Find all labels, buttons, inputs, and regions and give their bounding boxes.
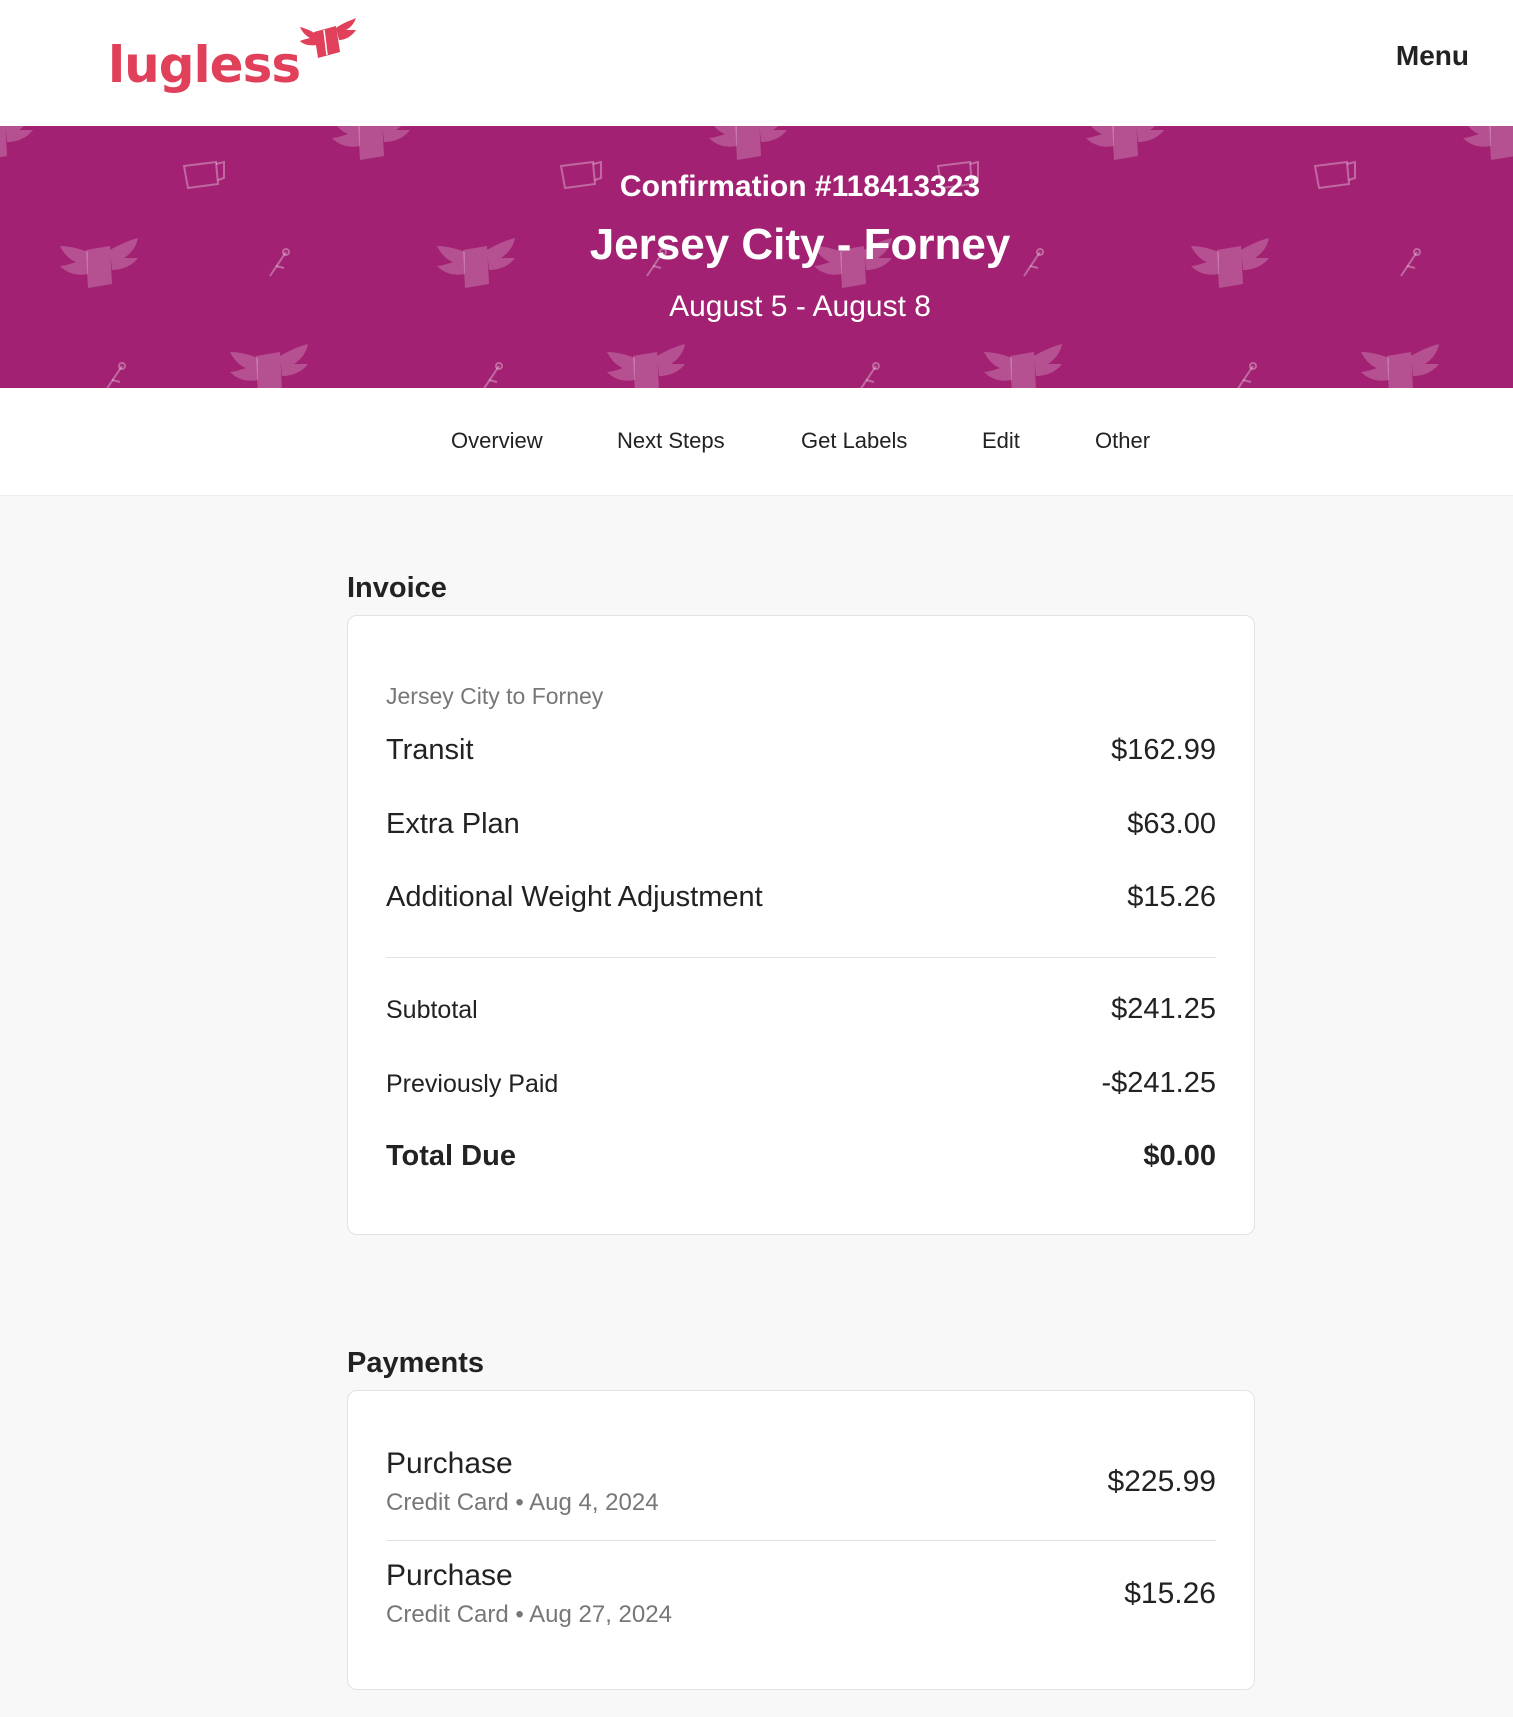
invoice-divider — [386, 957, 1216, 958]
pattern-pin-icon — [483, 362, 503, 388]
pattern-wing-icon — [1086, 126, 1164, 160]
hero-banner: Confirmation #118413323 Jersey City - Fo… — [0, 126, 1513, 388]
payments-card: Purchase Credit Card • Aug 4, 2024 $225.… — [347, 1390, 1255, 1690]
tab-overview[interactable]: Overview — [451, 428, 543, 454]
menu-button[interactable]: Menu — [1396, 40, 1469, 72]
line-item-label: Transit — [386, 734, 474, 766]
page-title: Jersey City - Forney — [589, 220, 1011, 269]
invoice-route: Jersey City to Forney — [386, 683, 604, 709]
total-due-amount: $0.00 — [1143, 1140, 1216, 1172]
payment-amount: $15.26 — [1124, 1577, 1216, 1610]
payment-row: Purchase Credit Card • Aug 4, 2024 $225.… — [386, 1447, 1216, 1537]
tab-edit[interactable]: Edit — [982, 428, 1020, 454]
confirmation-number: Confirmation #118413323 — [619, 170, 981, 203]
pattern-wing-icon — [1463, 126, 1513, 160]
tab-get-labels[interactable]: Get Labels — [801, 428, 907, 454]
payment-title: Purchase — [386, 1559, 513, 1592]
line-item-label: Extra Plan — [386, 808, 520, 840]
total-due-label: Total Due — [386, 1140, 516, 1172]
pattern-wing-icon — [230, 344, 308, 388]
invoice-card: Jersey City to Forney Transit $162.99 Ex… — [347, 615, 1255, 1235]
tab-other[interactable]: Other — [1095, 428, 1150, 454]
pattern-wing-icon — [709, 126, 787, 160]
winged-luggage-icon — [300, 18, 357, 58]
payments-divider — [386, 1540, 1216, 1541]
payment-row: Purchase Credit Card • Aug 27, 2024 $15.… — [386, 1559, 1216, 1649]
payment-meta: Credit Card • Aug 27, 2024 — [386, 1601, 672, 1628]
tab-bar: Overview Next Steps Get Labels Edit Othe… — [0, 388, 1513, 496]
pattern-wing-icon — [607, 344, 685, 388]
payments-heading: Payments — [347, 1347, 485, 1379]
pattern-pin-icon — [106, 362, 126, 388]
top-bar: lugless Menu — [0, 0, 1513, 126]
trip-dates: August 5 - August 8 — [669, 290, 931, 323]
pattern-pin-icon — [1237, 362, 1257, 388]
previously-paid-label: Previously Paid — [386, 1070, 559, 1098]
line-item-amount: $63.00 — [1127, 808, 1216, 840]
invoice-heading: Invoice — [347, 572, 447, 604]
pattern-pin-icon — [860, 362, 880, 388]
payment-title: Purchase — [386, 1447, 513, 1480]
line-item-row: Transit $162.99 — [386, 734, 1216, 767]
line-item-row: Additional Weight Adjustment $15.26 — [386, 881, 1216, 914]
pattern-wing-icon — [0, 126, 33, 158]
tab-next-steps[interactable]: Next Steps — [617, 428, 725, 454]
logo-text: lugless — [108, 36, 301, 94]
line-item-label: Additional Weight Adjustment — [386, 881, 763, 913]
subtotal-label: Subtotal — [386, 996, 478, 1024]
subtotal-amount: $241.25 — [1111, 993, 1216, 1025]
line-item-amount: $15.26 — [1127, 881, 1216, 913]
line-item-row: Extra Plan $63.00 — [386, 808, 1216, 841]
pattern-wing-icon — [984, 344, 1062, 388]
previously-paid-amount: -$241.25 — [1101, 1067, 1217, 1099]
payment-meta: Credit Card • Aug 4, 2024 — [386, 1489, 659, 1516]
payment-amount: $225.99 — [1107, 1465, 1216, 1498]
pattern-wing-icon — [332, 126, 410, 160]
pattern-wing-icon — [1361, 344, 1439, 388]
subtotal-row: Subtotal $241.25 — [386, 993, 1216, 1026]
previously-paid-row: Previously Paid -$241.25 — [386, 1067, 1216, 1100]
logo[interactable]: lugless — [108, 18, 358, 100]
total-due-row: Total Due $0.00 — [386, 1140, 1216, 1173]
line-item-amount: $162.99 — [1111, 734, 1216, 766]
